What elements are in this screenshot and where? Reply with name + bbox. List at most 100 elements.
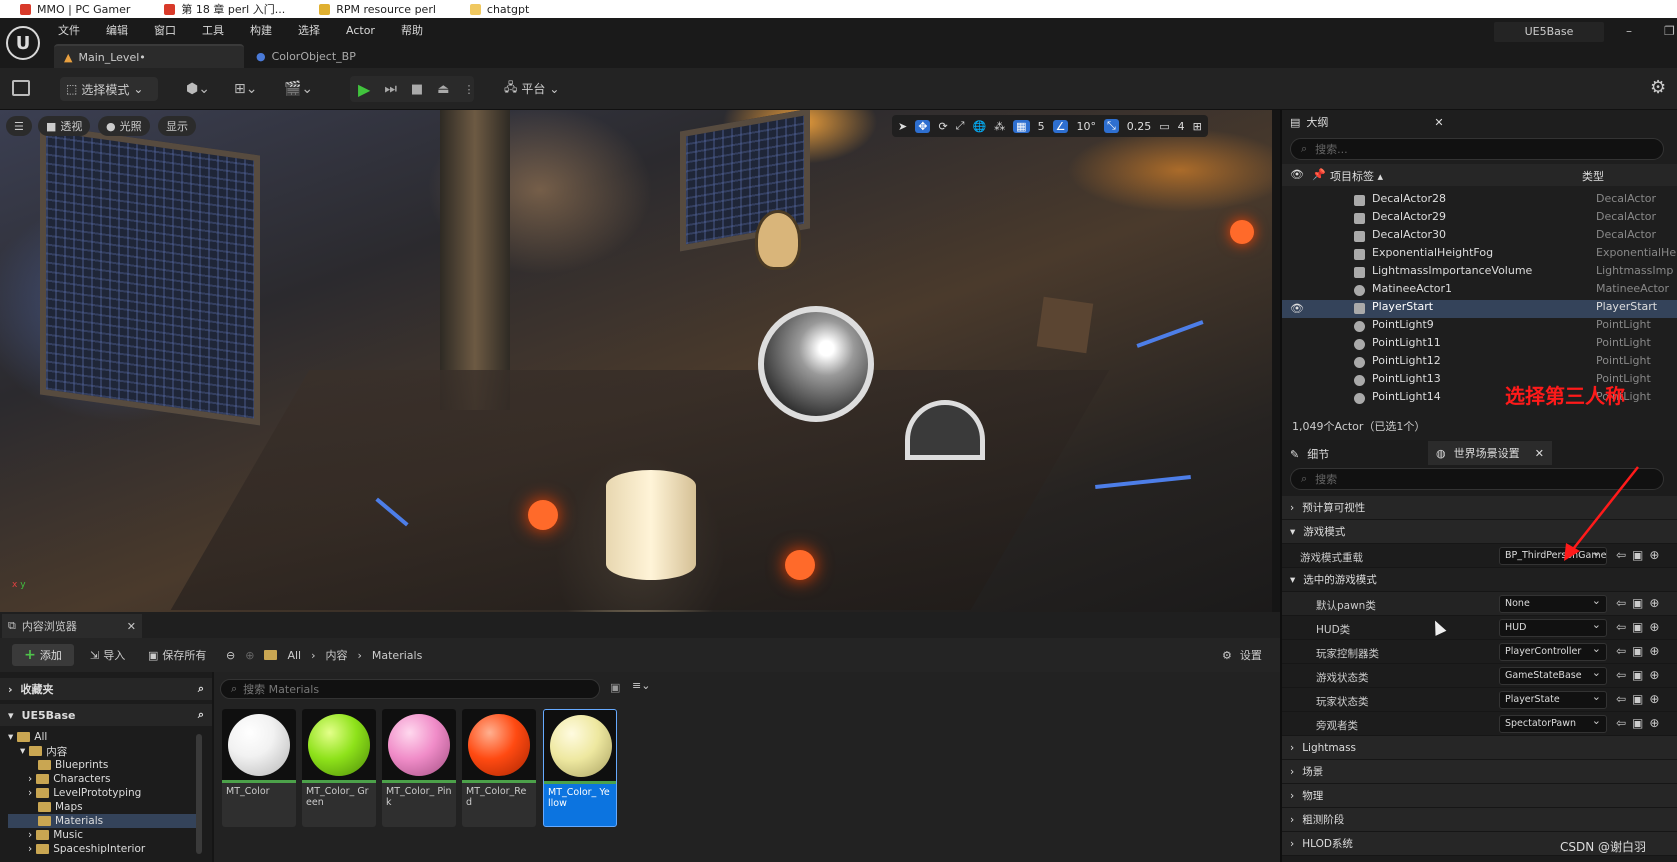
property-actions[interactable]: ⇦▣⊕	[1616, 596, 1665, 610]
list-item-selected[interactable]: 👁 PlayerStart PlayerStart	[1282, 300, 1677, 318]
asset-tile[interactable]: MT_Color_ Green	[302, 709, 376, 827]
scale-snap-icon[interactable]: ⤡	[1103, 119, 1119, 133]
menu-build[interactable]: 构建	[250, 22, 272, 38]
camera-speed-value[interactable]: 4	[1178, 120, 1185, 133]
default-pawn-dropdown[interactable]: None	[1499, 595, 1607, 613]
settings-gear-icon[interactable]: ⚙	[1650, 77, 1666, 98]
tab-outliner[interactable]: ▤ 大纲 ✕	[1282, 110, 1677, 134]
tree-item-materials[interactable]: Materials	[8, 814, 196, 828]
list-item[interactable]: DecalActor28 DecalActor	[1282, 192, 1677, 210]
scale-icon[interactable]: ⤢	[956, 119, 965, 133]
close-icon[interactable]: ✕	[127, 620, 136, 633]
menu-tools[interactable]: 工具	[202, 22, 224, 38]
rotate-icon[interactable]: ⟳	[938, 120, 947, 133]
platform-dropdown[interactable]: 🖧 平台 ⌄	[504, 78, 559, 99]
tree-item-content[interactable]: ▾ 内容	[8, 744, 212, 758]
list-item[interactable]: MatineeActor1 MatineeActor	[1282, 282, 1677, 300]
sky-sphere-gizmo-icon[interactable]	[758, 306, 874, 422]
list-item[interactable]: DecalActor30 DecalActor	[1282, 228, 1677, 246]
forward-icon[interactable]: ⊕	[245, 649, 254, 662]
play-icon[interactable]: ▶	[358, 80, 370, 99]
category-world[interactable]: › 场景	[1282, 760, 1677, 784]
property-actions[interactable]: ⇦▣⊕	[1616, 668, 1665, 682]
menu-actor[interactable]: Actor	[346, 24, 375, 37]
list-item[interactable]: DecalActor29 DecalActor	[1282, 210, 1677, 228]
rotation-snap-value[interactable]: 10°	[1076, 120, 1096, 133]
column-header-type[interactable]: 类型	[1582, 168, 1604, 184]
camera-speed-icon[interactable]: ▭	[1159, 120, 1169, 133]
list-item[interactable]: LightmassImportanceVolume LightmassImp	[1282, 264, 1677, 282]
tab-details[interactable]: ✎ 细节	[1290, 446, 1329, 462]
scale-snap-value[interactable]: 0.25	[1127, 120, 1152, 133]
tree-item-all[interactable]: ▾ All	[8, 730, 212, 744]
project-section[interactable]: ▾ UE5Base ⌕	[0, 704, 212, 726]
layout-icon[interactable]: ⊞	[1193, 120, 1202, 133]
save-search-icon[interactable]: ▣	[610, 681, 620, 694]
back-icon[interactable]: ⊖	[226, 649, 235, 662]
unreal-logo-icon[interactable]: U	[6, 26, 40, 60]
select-mode-dropdown[interactable]: ⬚ 选择模式 ⌄	[60, 77, 158, 101]
tree-scrollbar[interactable]	[196, 734, 202, 854]
category-lightmass[interactable]: › Lightmass	[1282, 736, 1677, 760]
lighting-button[interactable]: ● 光照	[98, 116, 150, 136]
tree-item-maps[interactable]: Maps	[8, 800, 212, 814]
property-actions[interactable]: ⇦▣⊕	[1616, 716, 1665, 730]
asset-tile[interactable]: MT_Color	[222, 709, 296, 827]
search-icon[interactable]: ⌕	[198, 708, 204, 722]
asset-tile[interactable]: MT_Color_Red	[462, 709, 536, 827]
add-actor-icon[interactable]: ⬢⌄	[186, 80, 216, 98]
more-options-icon[interactable]: ⋮	[464, 83, 475, 96]
close-icon[interactable]: ✕	[1434, 116, 1443, 129]
menu-edit[interactable]: 编辑	[106, 22, 128, 38]
filter-icon[interactable]: ≡⌄	[632, 679, 650, 692]
tab-content-browser[interactable]: ⧉ 内容浏览器 ✕	[2, 614, 142, 638]
import-button[interactable]: ⇲ 导入	[90, 647, 125, 663]
eject-icon[interactable]: ⏏	[437, 82, 449, 97]
point-light-icon[interactable]	[528, 500, 558, 530]
spectator-class-dropdown[interactable]: SpectatorPawn	[1499, 715, 1607, 733]
list-item[interactable]: PointLight12 PointLight	[1282, 354, 1677, 372]
close-icon[interactable]: ✕	[1535, 447, 1544, 460]
save-icon[interactable]	[12, 80, 30, 96]
tab-world-settings[interactable]: ◍ 世界场景设置 ✕	[1428, 441, 1552, 465]
breadcrumb-all[interactable]: All	[287, 649, 301, 662]
list-item[interactable]: PointLight9 PointLight	[1282, 318, 1677, 336]
menu-select[interactable]: 选择	[298, 22, 320, 38]
menu-file[interactable]: 文件	[58, 22, 80, 38]
column-header-label[interactable]: 项目标签 ▴	[1330, 168, 1383, 184]
directional-arrow-icon[interactable]	[1095, 474, 1191, 490]
asset-search-input[interactable]: ⌕ 搜索 Materials	[220, 679, 600, 699]
menu-window[interactable]: 窗口	[154, 22, 176, 38]
show-button[interactable]: 显示	[158, 116, 196, 136]
bookmark-item[interactable]: 第 18 章 perl 入门...	[164, 1, 285, 17]
category-broadphase[interactable]: › 粗测阶段	[1282, 808, 1677, 832]
grid-snap-icon[interactable]: ▦	[1013, 119, 1030, 133]
point-light-icon[interactable]	[785, 550, 815, 580]
breadcrumb-content[interactable]: 内容	[325, 647, 347, 663]
player-controller-dropdown[interactable]: PlayerController	[1499, 643, 1607, 661]
favorites-section[interactable]: › 收藏夹 ⌕	[0, 678, 212, 700]
select-arrow-icon[interactable]: ➤	[898, 120, 907, 133]
tree-item-characters[interactable]: › Characters	[8, 772, 212, 786]
visibility-eye-icon[interactable]: 👁	[1290, 168, 1304, 181]
asset-tile-selected[interactable]: MT_Color_ Yellow	[543, 709, 617, 827]
property-actions[interactable]: ⇦▣⊕	[1616, 644, 1665, 658]
grid-snap-value[interactable]: 5	[1038, 120, 1045, 133]
viewport-menu-button[interactable]: ☰	[6, 116, 32, 136]
tab-color-object-bp[interactable]: ● ColorObject_BP	[246, 44, 396, 68]
breadcrumb-materials[interactable]: Materials	[372, 649, 422, 662]
category-selected-game-mode[interactable]: ▾ 选中的游戏模式	[1282, 568, 1677, 592]
search-icon[interactable]: ⌕	[198, 682, 204, 696]
point-light-bulb-icon[interactable]	[755, 210, 801, 270]
translate-icon[interactable]: ✥	[915, 119, 931, 133]
tree-item-blueprints[interactable]: Blueprints	[8, 758, 212, 772]
perspective-button[interactable]: ■ 透视	[38, 116, 91, 136]
hud-class-dropdown[interactable]: HUD	[1499, 619, 1607, 637]
rotation-snap-icon[interactable]: ∠	[1052, 119, 1069, 133]
property-actions[interactable]: ⇦▣⊕	[1616, 692, 1665, 706]
content-settings-button[interactable]: ⚙ 设置	[1222, 647, 1262, 663]
surface-snap-icon[interactable]: ⁂	[994, 120, 1005, 133]
game-state-dropdown[interactable]: GameStateBase	[1499, 667, 1607, 685]
blueprint-menu-icon[interactable]: ⊞⌄	[234, 80, 264, 98]
bookmark-item[interactable]: RPM resource perl	[319, 3, 436, 16]
